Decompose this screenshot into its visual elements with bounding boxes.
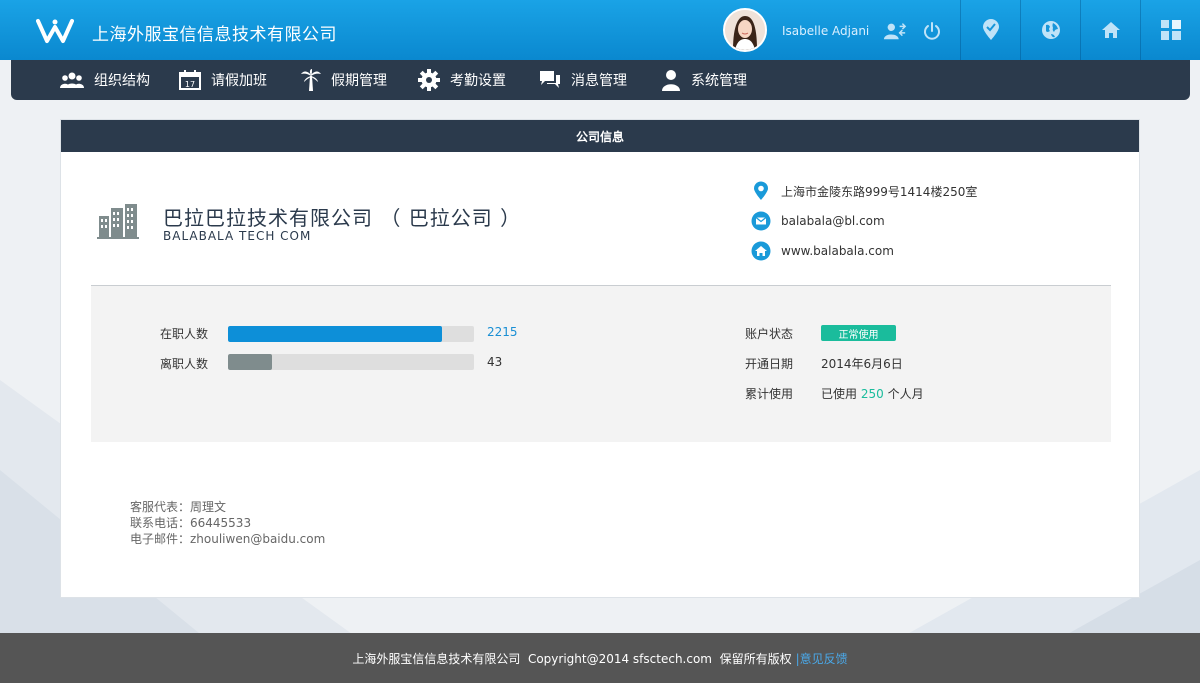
- avatar-image: [725, 10, 765, 50]
- nav-label: 假期管理: [331, 73, 387, 89]
- palm-tree-icon: [301, 69, 321, 91]
- gear-icon: [418, 69, 440, 91]
- header-company-title: 上海外服宝信信息技术有限公司: [92, 25, 337, 45]
- nav-item-attendance-settings[interactable]: 考勤设置: [418, 60, 506, 100]
- grid-apps-icon: [1161, 20, 1181, 40]
- location-pin-icon: [754, 181, 768, 200]
- nav-item-message-management[interactable]: 消息管理: [539, 60, 627, 100]
- company-info-card: 公司信息 巴拉巴拉技术有限公司 （ 巴拉公司 ） BALABALA TECH C…: [60, 119, 1140, 598]
- globe-icon: [1042, 21, 1060, 39]
- top-header: 上海外服宝信信息技术有限公司 Isabelle Adjani: [0, 0, 1200, 60]
- stats-panel: 在职人数 2215 离职人数 43 账户状态 正常使用 开通日期 2014年6月…: [91, 285, 1111, 442]
- chat-icon: [540, 71, 560, 88]
- footer: 上海外服宝信信息技术有限公司 Copyright@2014 sfsctech.c…: [0, 633, 1200, 683]
- left-employees-bar-fill: [228, 354, 273, 370]
- usage-label: 累计使用: [745, 387, 794, 401]
- active-employees-label: 在职人数: [160, 327, 209, 341]
- active-employees-value: 2215: [487, 325, 518, 339]
- nav-label: 请假加班: [211, 73, 267, 89]
- building-icon: [97, 204, 139, 239]
- status-badge: 正常使用: [821, 325, 896, 341]
- location-button[interactable]: [961, 0, 1021, 60]
- org-structure-icon: [60, 72, 84, 88]
- power-icon[interactable]: [920, 19, 944, 43]
- company-address: 上海市金陵东路999号1414楼250室: [751, 181, 977, 201]
- nav-item-holiday-management[interactable]: 假期管理: [301, 60, 387, 100]
- svg-text:17: 17: [185, 80, 195, 89]
- service-email: 电子邮件：zhouliwen@baidu.com: [130, 532, 326, 546]
- nav-label: 系统管理: [691, 73, 747, 89]
- website-text: www.balabala.com: [781, 244, 894, 258]
- user-name: Isabelle Adjani: [782, 24, 870, 38]
- home-button[interactable]: [1081, 0, 1141, 60]
- usage-number: 250: [860, 387, 884, 401]
- left-employees-bar: [228, 354, 474, 370]
- email-icon: [751, 211, 771, 231]
- apps-button[interactable]: [1141, 0, 1200, 60]
- user-icon: [662, 70, 680, 91]
- nav-item-system-management[interactable]: 系统管理: [661, 60, 747, 100]
- usage-suffix: 个人月: [887, 387, 924, 401]
- calendar-icon: 17: [179, 70, 201, 90]
- active-employees-bar-fill: [228, 326, 443, 342]
- switch-user-icon[interactable]: [883, 19, 907, 43]
- home-icon: [1102, 22, 1120, 38]
- account-status-label: 账户状态: [745, 327, 794, 341]
- open-date-value: 2014年6月6日: [821, 357, 903, 371]
- card-title: 公司信息: [61, 120, 1139, 152]
- company-website[interactable]: www.balabala.com: [751, 241, 894, 261]
- nav-item-org-structure[interactable]: 组织结构: [60, 60, 150, 100]
- footer-copyright: 上海外服宝信信息技术有限公司 Copyright@2014 sfsctech.c…: [352, 651, 792, 666]
- usage-value: 已使用 250 个人月: [821, 385, 924, 402]
- nav-label: 消息管理: [571, 73, 627, 89]
- nav-label: 组织结构: [94, 73, 150, 89]
- home-icon: [751, 241, 771, 261]
- active-employees-bar: [228, 326, 474, 342]
- open-date-label: 开通日期: [745, 357, 794, 371]
- company-email[interactable]: balabala@bl.com: [751, 211, 885, 231]
- company-logo-icon: [36, 19, 74, 43]
- usage-prefix: 已使用: [821, 387, 858, 401]
- company-name: 巴拉巴拉技术有限公司 （ 巴拉公司 ）: [163, 206, 522, 230]
- service-rep: 客服代表：周理文: [130, 500, 227, 514]
- feedback-link[interactable]: |意见反馈: [796, 650, 848, 667]
- nav-label: 考勤设置: [450, 73, 506, 89]
- address-text: 上海市金陵东路999号1414楼250室: [781, 184, 978, 199]
- globe-button[interactable]: [1021, 0, 1081, 60]
- main-nav: 组织结构 17 请假加班 假期管理 考勤设置 消息管理 系统管理: [11, 60, 1190, 100]
- service-phone: 联系电话：66445533: [130, 516, 252, 530]
- location-check-icon: [983, 19, 999, 40]
- user-avatar[interactable]: [723, 8, 767, 52]
- company-english-name: BALABALA TECH COM: [163, 229, 312, 243]
- email-text: balabala@bl.com: [781, 214, 885, 228]
- nav-item-leave-overtime[interactable]: 17 请假加班: [179, 60, 267, 100]
- left-employees-label: 离职人数: [160, 357, 209, 371]
- left-employees-value: 43: [487, 355, 503, 369]
